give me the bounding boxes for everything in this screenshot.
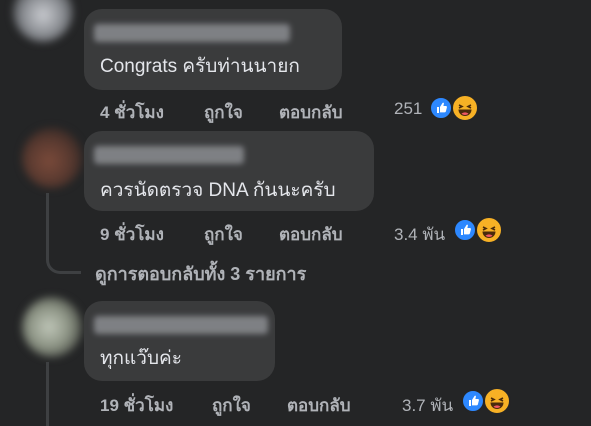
comment-text: ทุกแว๊บค่ะ: [100, 348, 182, 369]
avatar[interactable]: [22, 128, 82, 188]
reply-button[interactable]: ตอบกลับ: [279, 99, 343, 126]
comment-timestamp[interactable]: 19 ชั่วโมง: [100, 392, 173, 419]
reply-button[interactable]: ตอบกลับ: [287, 392, 351, 419]
like-button[interactable]: ถูกใจ: [212, 392, 251, 419]
reply-button[interactable]: ตอบกลับ: [279, 221, 343, 248]
haha-icon: [475, 216, 503, 244]
like-button[interactable]: ถูกใจ: [204, 221, 243, 248]
thread-line: [46, 362, 49, 426]
commenter-name[interactable]: [94, 316, 268, 334]
thread-line: [46, 193, 49, 259]
comment-timestamp[interactable]: 9 ชั่วโมง: [100, 221, 164, 248]
like-icon: [453, 218, 477, 242]
reaction-count[interactable]: 3.4 พัน: [394, 221, 445, 248]
haha-icon: [451, 94, 479, 122]
avatar[interactable]: [13, 0, 73, 42]
comment-text: Congrats ครับท่านนายก: [100, 56, 300, 77]
like-button[interactable]: ถูกใจ: [204, 99, 243, 126]
comment-text: ควรนัดตรวจ DNA กันนะครับ: [100, 180, 336, 201]
commenter-name[interactable]: [94, 24, 290, 42]
like-icon: [429, 96, 453, 120]
avatar[interactable]: [22, 297, 82, 357]
haha-icon: [483, 387, 511, 415]
reaction-count[interactable]: 251: [394, 99, 422, 119]
reaction-count[interactable]: 3.7 พัน: [402, 392, 453, 419]
comment-timestamp[interactable]: 4 ชั่วโมง: [100, 99, 164, 126]
commenter-name[interactable]: [94, 146, 244, 164]
thread-line-curve: [46, 252, 81, 274]
like-icon: [461, 389, 485, 413]
view-replies-link[interactable]: ดูการตอบกลับทั้ง 3 รายการ: [95, 259, 306, 288]
